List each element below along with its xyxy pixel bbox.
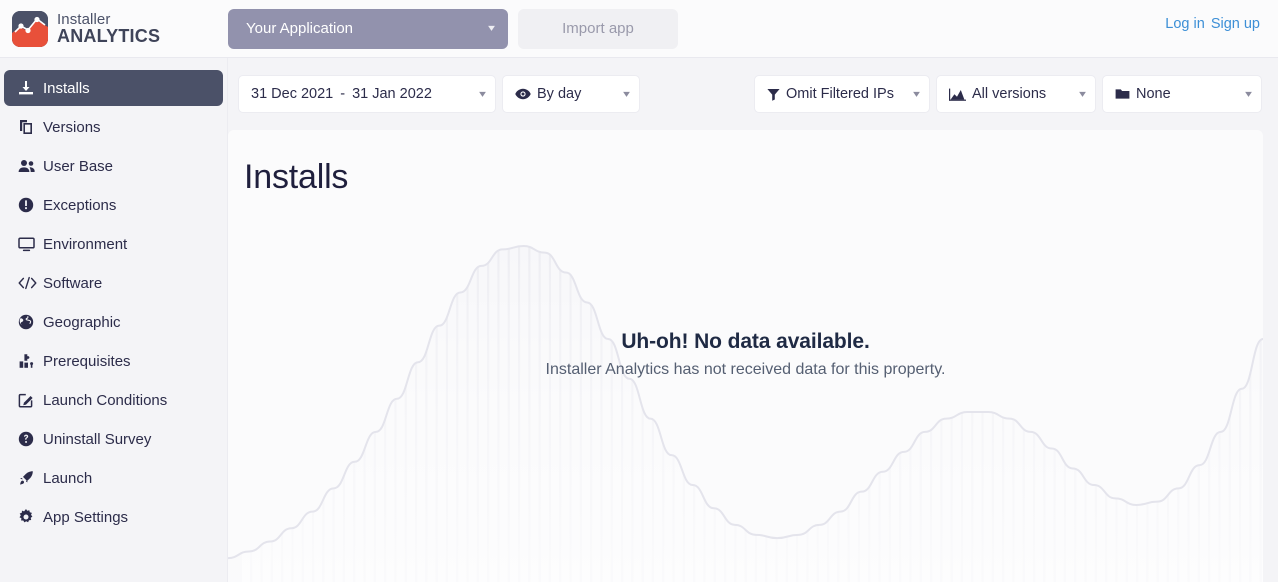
chevron-down-icon: ▾ — [479, 88, 486, 100]
chevron-down-icon: ▾ — [488, 23, 495, 34]
signup-link[interactable]: Sign up — [1211, 16, 1260, 32]
puzzle-icon — [18, 353, 40, 369]
import-app-label: Import app — [562, 20, 634, 37]
globe-icon — [18, 314, 40, 330]
sidebar-item-app-settings[interactable]: App Settings — [4, 499, 223, 535]
rocket-icon — [18, 470, 40, 486]
empty-state: Uh-oh! No data available. Installer Anal… — [228, 330, 1263, 379]
area-chart-icon — [949, 88, 966, 101]
login-link[interactable]: Log in — [1165, 16, 1205, 32]
top-header: Installer ANALYTICS Your Application ▾ I… — [0, 0, 1278, 58]
sidebar-item-installs[interactable]: Installs — [4, 70, 223, 106]
folder-filter-label: None — [1136, 86, 1171, 102]
sidebar-item-label: Uninstall Survey — [43, 430, 152, 448]
page-title: Installs — [244, 158, 349, 196]
ip-filter-dropdown[interactable]: Omit Filtered IPs ▾ — [754, 75, 930, 113]
sidebar-item-software[interactable]: Software — [4, 265, 223, 301]
sidebar-item-user-base[interactable]: User Base — [4, 148, 223, 184]
granularity-label: By day — [537, 86, 582, 102]
sidebar-item-label: Launch — [43, 469, 93, 487]
filter-icon — [767, 88, 780, 101]
filter-toolbar: 31 Dec 2021 - 31 Jan 2022 ▾ By day ▾ Omi… — [228, 58, 1278, 130]
sidebar-nav: Installs Versions User Base Exceptions E… — [0, 58, 228, 582]
app-selector-label: Your Application — [246, 20, 354, 37]
folder-filter-dropdown[interactable]: None ▾ — [1102, 75, 1262, 113]
chevron-down-icon: ▾ — [623, 88, 630, 100]
versions-filter-dropdown[interactable]: All versions ▾ — [936, 75, 1096, 113]
sidebar-item-label: Installs — [43, 79, 90, 97]
date-range-separator: - — [340, 86, 346, 102]
sidebar-item-exceptions[interactable]: Exceptions — [4, 187, 223, 223]
sidebar-item-label: Geographic — [43, 313, 121, 331]
versions-filter-label: All versions — [972, 86, 1047, 102]
sidebar-item-label: Versions — [43, 118, 101, 136]
edit-square-icon — [18, 392, 40, 408]
sidebar-item-uninstall-survey[interactable]: Uninstall Survey — [4, 421, 223, 457]
brand-line-2: ANALYTICS — [57, 25, 161, 46]
sidebar-item-versions[interactable]: Versions — [4, 109, 223, 145]
empty-state-title: Uh-oh! No data available. — [621, 330, 870, 353]
sidebar-item-label: User Base — [43, 157, 114, 175]
sidebar-item-label: Software — [43, 274, 103, 292]
eye-icon — [515, 88, 531, 100]
sidebar-item-launch[interactable]: Launch — [4, 460, 223, 496]
date-range-start: 31 Dec 2021 — [251, 86, 334, 102]
sidebar-item-label: Exceptions — [43, 196, 117, 214]
desktop-icon — [18, 236, 40, 252]
empty-state-subtitle: Installer Analytics has not received dat… — [545, 361, 946, 378]
chevron-down-icon: ▾ — [1245, 88, 1252, 100]
app-selector-dropdown[interactable]: Your Application ▾ — [228, 8, 508, 49]
copy-icon — [18, 119, 40, 135]
sidebar-item-geographic[interactable]: Geographic — [4, 304, 223, 340]
chevron-down-icon: ▾ — [913, 88, 920, 100]
chevron-down-icon: ▾ — [1079, 88, 1086, 100]
ip-filter-label: Omit Filtered IPs — [786, 86, 894, 102]
code-icon — [18, 276, 40, 290]
question-circle-icon — [18, 431, 40, 447]
sidebar-item-label: App Settings — [43, 508, 129, 526]
folder-icon — [1115, 88, 1130, 100]
users-icon — [18, 158, 40, 174]
auth-links: Log in Sign up — [1165, 16, 1260, 32]
brand-text: Installer ANALYTICS — [57, 10, 161, 46]
sidebar-item-environment[interactable]: Environment — [4, 226, 223, 262]
download-icon — [18, 80, 40, 96]
date-range-picker[interactable]: 31 Dec 2021 - 31 Jan 2022 ▾ — [238, 75, 496, 113]
exclamation-circle-icon — [18, 197, 40, 213]
date-range-end: 31 Jan 2022 — [352, 86, 432, 102]
sidebar-item-label: Environment — [43, 235, 128, 253]
sidebar-item-label: Prerequisites — [43, 352, 131, 370]
sidebar-item-label: Launch Conditions — [43, 391, 168, 409]
import-app-button[interactable]: Import app — [518, 8, 678, 49]
main-content-card: Installs Uh-oh! No data available. Insta… — [228, 130, 1263, 582]
gear-icon — [18, 509, 40, 525]
placeholder-chart — [228, 244, 1263, 582]
brand-line-1: Installer — [57, 10, 111, 28]
sidebar-item-prerequisites[interactable]: Prerequisites — [4, 343, 223, 379]
granularity-dropdown[interactable]: By day ▾ — [502, 75, 640, 113]
chart-logo-icon — [12, 10, 48, 47]
sidebar-item-launch-conditions[interactable]: Launch Conditions — [4, 382, 223, 418]
brand-logo[interactable]: Installer ANALYTICS — [12, 10, 212, 47]
